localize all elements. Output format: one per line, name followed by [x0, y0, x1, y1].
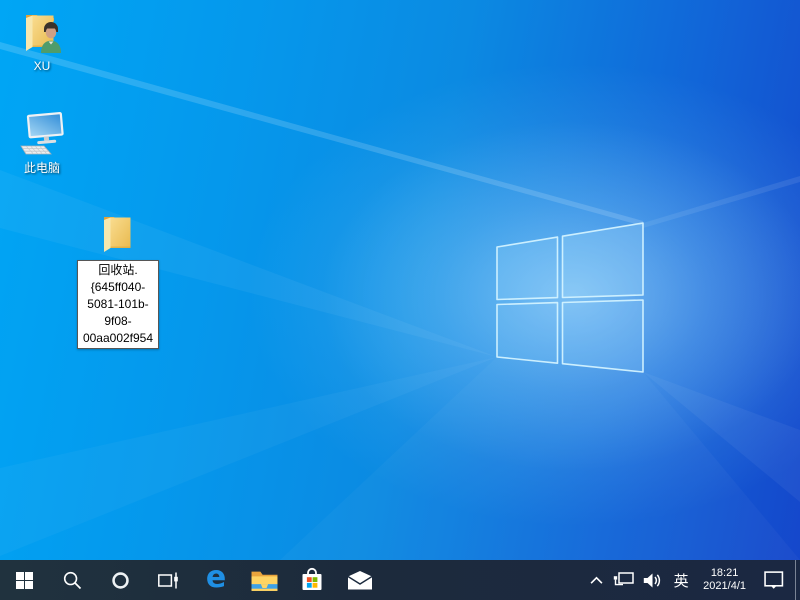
folder-icon [251, 569, 278, 592]
volume-button[interactable] [638, 560, 666, 600]
windows-logo-icon [16, 572, 33, 589]
icon-label-this-pc: 此电脑 [24, 161, 60, 175]
file-explorer-button[interactable] [240, 560, 288, 600]
mail-envelope-icon [347, 570, 373, 591]
task-view-button[interactable] [144, 560, 192, 600]
ethernet-icon [613, 572, 634, 588]
desktop-icon-user-folder[interactable]: XU [4, 8, 80, 73]
folder-icon [97, 212, 139, 254]
action-center-icon [764, 571, 784, 589]
desktop-icon-renamed-folder[interactable]: 回收站. {645ff040- 5081-101b- 9f08- 00aa002… [80, 212, 156, 349]
rename-line: 9f08- [78, 313, 158, 330]
start-button[interactable] [0, 560, 48, 600]
clock-time: 18:21 [711, 567, 739, 580]
edge-button[interactable]: e [192, 560, 240, 600]
rename-line: 回收站. [78, 262, 158, 279]
clock-date: 2021/4/1 [703, 580, 746, 593]
ime-label: 英 [674, 570, 689, 591]
cortana-button[interactable] [96, 560, 144, 600]
speaker-icon [643, 572, 662, 589]
cortana-ring-icon [111, 571, 130, 590]
rename-line: 5081-101b- [78, 296, 158, 313]
network-button[interactable] [609, 560, 638, 600]
edge-icon: e [206, 563, 226, 593]
clock[interactable]: 18:21 2021/4/1 [696, 560, 753, 600]
icon-label-user-folder: XU [34, 59, 51, 73]
search-button[interactable] [48, 560, 96, 600]
windows-desktop-screen: XU 此电脑 [0, 0, 800, 600]
chevron-up-icon [590, 576, 603, 585]
system-tray: 英 18:21 2021/4/1 [583, 560, 800, 600]
taskbar: e [0, 560, 800, 600]
hidden-icons-button[interactable] [583, 560, 609, 600]
task-view-icon [158, 571, 179, 590]
desktop[interactable]: XU 此电脑 [0, 0, 800, 560]
rename-line: {645ff040- [78, 279, 158, 296]
action-center-button[interactable] [753, 560, 795, 600]
rename-line: 00aa002f954 [78, 330, 158, 347]
store-button[interactable] [288, 560, 336, 600]
icon-rename-input[interactable]: 回收站. {645ff040- 5081-101b- 9f08- 00aa002… [77, 260, 159, 349]
mail-button[interactable] [336, 560, 384, 600]
search-icon [63, 571, 82, 590]
this-pc-icon [17, 110, 67, 158]
user-folder-icon [18, 8, 66, 56]
desktop-icon-this-pc[interactable]: 此电脑 [4, 110, 80, 175]
show-desktop-button[interactable] [795, 560, 800, 600]
ime-indicator[interactable]: 英 [666, 560, 696, 600]
store-bag-icon [300, 567, 324, 593]
